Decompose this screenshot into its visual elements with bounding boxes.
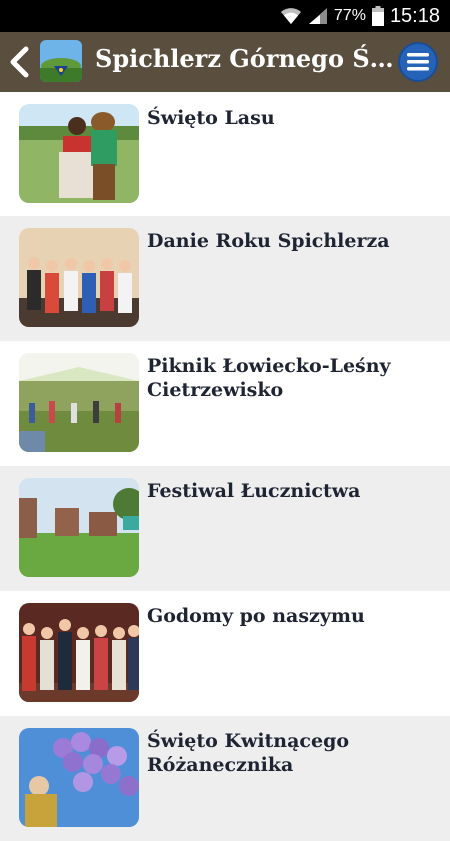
- event-title: Festiwal Łucznictwa: [147, 480, 361, 502]
- event-list: Święto Lasu Danie Roku Spichlerza Piknik…: [0, 92, 450, 841]
- event-thumbnail: [19, 353, 139, 452]
- list-item[interactable]: Godomy po naszymu: [0, 591, 450, 716]
- signal-icon: [308, 8, 327, 24]
- wifi-icon: [280, 8, 301, 24]
- back-button[interactable]: [4, 42, 34, 82]
- app-bar: Spichlerz Górnego Śląska: [0, 32, 450, 92]
- clock: 15:18: [389, 4, 440, 27]
- chevron-left-icon: [10, 46, 29, 78]
- event-thumbnail: [19, 104, 139, 203]
- event-thumbnail: [19, 228, 139, 327]
- battery-icon: [371, 6, 384, 26]
- app-title: Spichlerz Górnego Śląska: [95, 44, 395, 73]
- list-item[interactable]: Święto Lasu: [0, 92, 450, 216]
- list-item[interactable]: Piknik Łowiecko-Leśny Cietrzewisko: [0, 341, 450, 466]
- hamburger-menu-icon: [407, 53, 429, 71]
- list-item[interactable]: Festiwal Łucznictwa: [0, 466, 450, 591]
- status-bar: 77% 15:18: [0, 0, 450, 32]
- event-title: Święto Kwitnącego Różanecznika: [147, 730, 350, 776]
- event-title: Piknik Łowiecko-Leśny Cietrzewisko: [147, 355, 391, 401]
- battery-percent: 77%: [333, 7, 366, 24]
- app-logo: [40, 40, 82, 82]
- event-thumbnail: [19, 603, 139, 702]
- event-title: Danie Roku Spichlerza: [147, 230, 390, 252]
- list-item[interactable]: Święto Kwitnącego Różanecznika: [0, 716, 450, 841]
- menu-button[interactable]: [398, 42, 438, 82]
- event-title: Godomy po naszymu: [147, 605, 365, 627]
- event-title: Święto Lasu: [147, 107, 275, 129]
- event-thumbnail: [19, 728, 139, 827]
- list-item[interactable]: Danie Roku Spichlerza: [0, 216, 450, 341]
- event-thumbnail: [19, 478, 139, 577]
- status-indicators: 77% 15:18: [280, 0, 440, 32]
